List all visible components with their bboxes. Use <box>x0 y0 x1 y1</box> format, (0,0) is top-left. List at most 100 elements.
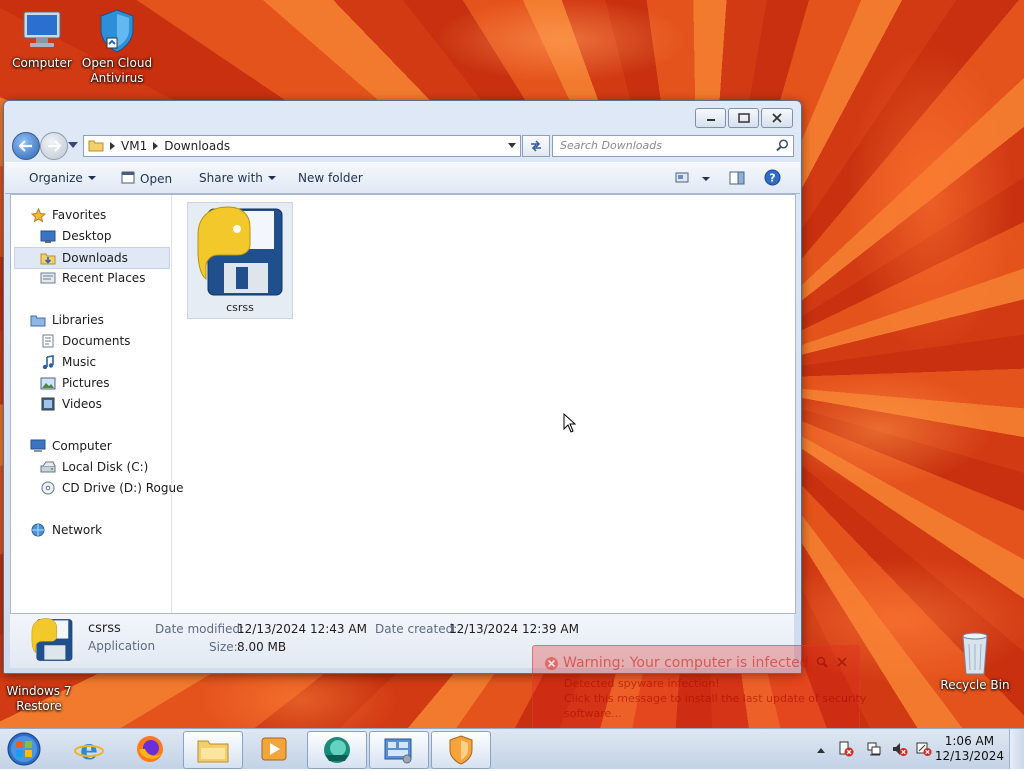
address-dropdown-icon[interactable] <box>508 143 516 148</box>
chevron-down-icon <box>702 177 710 181</box>
nav-computer[interactable]: Computer <box>30 436 190 456</box>
computer-icon <box>30 439 46 453</box>
desktop-icon-antivirus[interactable]: Open Cloud Antivirus <box>75 8 159 86</box>
taskbar-antivirus[interactable] <box>431 731 491 769</box>
view-options-button[interactable] <box>675 171 710 187</box>
taskbar-file-explorer[interactable] <box>183 731 243 769</box>
details-type: Application <box>88 639 156 653</box>
network-status-icon[interactable] <box>866 741 882 760</box>
svg-text:e: e <box>80 735 98 763</box>
antivirus-shield-icon <box>448 735 474 768</box>
nav-videos[interactable]: Videos <box>40 394 200 414</box>
desktop-icon-label: Recycle Bin <box>940 678 1010 692</box>
details-date-modified: 12/13/2024 12:43 AM <box>237 622 367 636</box>
taskbar-firefox[interactable] <box>121 731 179 767</box>
address-row: VM1 Downloads Search Downloads <box>10 132 795 160</box>
breadcrumb-vm1[interactable]: VM1 <box>121 139 147 153</box>
chevron-down-icon <box>267 176 276 180</box>
clock[interactable]: 1:06 AM 12/13/2024 <box>935 734 1004 764</box>
details-date-created: 12/13/2024 12:39 AM <box>449 622 579 636</box>
show-desktop-button[interactable] <box>1009 729 1024 769</box>
details-file-icon <box>30 617 74 666</box>
cd-drive-icon <box>40 481 56 495</box>
new-folder-button[interactable]: New folder <box>298 171 363 185</box>
explorer-window[interactable]: VM1 Downloads Search Downloads Organize … <box>3 100 802 674</box>
libraries-icon <box>30 313 46 327</box>
desktop-icon-computer[interactable]: Computer <box>0 8 84 71</box>
taskbar-control-panel[interactable] <box>369 731 429 769</box>
minimize-button[interactable] <box>695 108 726 128</box>
nav-cd-drive[interactable]: CD Drive (D:) Rogue <box>40 478 200 498</box>
firefox-icon <box>136 735 164 766</box>
security-alert-icon[interactable] <box>916 741 932 760</box>
mouse-cursor <box>563 412 577 436</box>
back-button[interactable] <box>12 132 40 160</box>
taskbar-internet-explorer[interactable]: e <box>60 731 118 767</box>
nav-label: Computer <box>52 439 112 453</box>
details-size-label: Size: <box>209 640 238 654</box>
folder-icon <box>88 138 104 155</box>
action-center-alert-icon[interactable] <box>838 741 854 760</box>
nav-local-disk[interactable]: Local Disk (C:) <box>40 457 200 477</box>
file-item-csrss[interactable]: csrss <box>187 202 293 319</box>
svg-text:?: ? <box>769 172 775 185</box>
nav-label: CD Drive (D:) Rogue <box>62 481 184 495</box>
address-bar[interactable]: VM1 Downloads <box>83 135 521 157</box>
taskbar-media-player[interactable] <box>245 731 303 767</box>
volume-muted-icon[interactable] <box>892 741 908 760</box>
open-button[interactable]: Open <box>121 171 172 187</box>
search-input[interactable]: Search Downloads <box>552 135 794 157</box>
explorer-body: Favorites Desktop Downloads Recent Place… <box>10 194 796 614</box>
control-panel-icon <box>383 736 415 767</box>
close-icon[interactable] <box>836 656 848 671</box>
nav-label: Network <box>52 523 103 537</box>
python-file-icon <box>194 205 286 302</box>
nav-favorites[interactable]: Favorites <box>30 205 190 225</box>
file-name: csrss <box>226 301 254 314</box>
desktop-icon-label: Windows 7 Restore <box>6 684 72 713</box>
help-button[interactable]: ? <box>764 169 781 189</box>
search-icon[interactable] <box>776 139 789 155</box>
desktop-icon-label: Computer <box>12 56 72 70</box>
nav-label: Favorites <box>52 208 107 222</box>
nav-pictures[interactable]: Pictures <box>40 373 200 393</box>
refresh-button[interactable] <box>522 135 550 157</box>
preview-pane-button[interactable] <box>729 171 745 188</box>
recent-pages-dropdown[interactable] <box>68 142 78 148</box>
details-date-created-label: Date created: <box>375 622 458 636</box>
maximize-button[interactable] <box>728 108 759 128</box>
nav-network[interactable]: Network <box>30 520 190 540</box>
internet-explorer-icon: e <box>74 733 104 766</box>
downloads-folder-icon <box>40 251 56 265</box>
infection-warning-popup[interactable]: Warning: Your computer is infected Detec… <box>532 645 866 731</box>
music-icon <box>40 355 56 369</box>
command-bar: Organize Open Share with New folder ? <box>5 162 800 194</box>
start-button[interactable] <box>4 730 44 768</box>
close-button[interactable] <box>761 108 793 128</box>
nav-desktop[interactable]: Desktop <box>40 226 200 246</box>
breadcrumb-downloads[interactable]: Downloads <box>164 139 230 153</box>
nav-libraries[interactable]: Libraries <box>30 310 190 330</box>
nav-documents[interactable]: Documents <box>40 331 200 351</box>
desktop-icon <box>40 229 56 243</box>
desktop-icon-restore[interactable]: Windows 7 Restore <box>0 668 81 714</box>
nav-music[interactable]: Music <box>40 352 200 372</box>
organize-button[interactable]: Organize <box>29 171 96 185</box>
desktop-icon-recycle-bin[interactable]: Recycle Bin <box>933 630 1017 693</box>
views-icon <box>675 171 691 187</box>
share-with-button[interactable]: Share with <box>199 171 276 185</box>
help-icon: ? <box>764 169 781 189</box>
media-player-icon <box>260 736 288 765</box>
organize-label: Organize <box>29 171 83 185</box>
shield-icon <box>93 8 141 54</box>
nav-recent-places[interactable]: Recent Places <box>40 268 200 288</box>
videos-icon <box>40 397 56 411</box>
nav-downloads[interactable]: Downloads <box>14 247 170 269</box>
open-label: Open <box>140 172 173 186</box>
browser-icon <box>321 735 353 768</box>
forward-button[interactable] <box>40 132 68 160</box>
taskbar-browser[interactable] <box>307 731 367 769</box>
show-hidden-icons-button[interactable] <box>816 743 826 757</box>
settings-icon[interactable] <box>816 656 828 671</box>
navigation-pane: Favorites Desktop Downloads Recent Place… <box>11 195 183 613</box>
